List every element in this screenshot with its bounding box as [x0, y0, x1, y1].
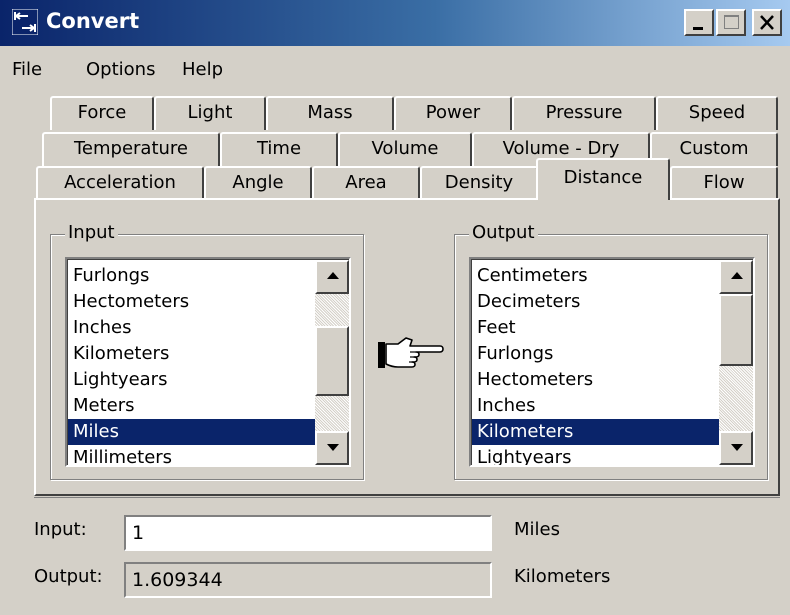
- arrow-up-icon: [327, 272, 339, 279]
- maximize-button[interactable]: [716, 9, 746, 36]
- minimize-button[interactable]: [684, 9, 714, 36]
- close-icon: [760, 15, 774, 30]
- list-item[interactable]: Furlongs: [472, 341, 719, 367]
- tab-label: Force: [77, 102, 127, 123]
- tab-angle[interactable]: Angle: [204, 166, 312, 200]
- maximize-icon: [724, 15, 739, 29]
- scroll-thumb[interactable]: [315, 326, 349, 396]
- tab-flow[interactable]: Flow: [670, 166, 778, 200]
- output-label: Output:: [34, 566, 103, 587]
- output-group: Output Centimeters Decimeters Feet Furlo…: [454, 222, 768, 480]
- output-listbox[interactable]: Centimeters Decimeters Feet Furlongs Hec…: [469, 257, 755, 467]
- convert-app-icon: [12, 9, 38, 35]
- output-value-field[interactable]: 1.609344: [124, 562, 492, 598]
- tab-label: Distance: [563, 167, 643, 188]
- title-bar[interactable]: Convert: [0, 0, 790, 46]
- minimize-icon: [693, 27, 703, 30]
- tab-volume[interactable]: Volume: [338, 132, 472, 166]
- list-item[interactable]: Inches: [68, 315, 315, 341]
- scroll-down-button[interactable]: [719, 431, 753, 465]
- tab-label: Angle: [232, 172, 284, 193]
- input-list-items: Furlongs Hectometers Inches Kilometers L…: [68, 263, 315, 465]
- tab-light[interactable]: Light: [154, 96, 266, 130]
- tab-label: Time: [256, 138, 302, 159]
- panel-shadow-line: [34, 497, 780, 498]
- tab-label: Speed: [688, 102, 746, 123]
- tab-mass[interactable]: Mass: [266, 96, 394, 130]
- output-list-items: Centimeters Decimeters Feet Furlongs Hec…: [472, 263, 719, 465]
- tab-speed[interactable]: Speed: [656, 96, 778, 130]
- tab-time[interactable]: Time: [220, 132, 338, 166]
- scroll-up-button[interactable]: [719, 260, 753, 294]
- output-unit-label: Kilometers: [514, 566, 611, 587]
- tab-distance[interactable]: Distance: [536, 158, 670, 200]
- tab-temperature[interactable]: Temperature: [42, 132, 220, 166]
- list-item[interactable]: Kilometers: [68, 341, 315, 367]
- arrow-down-icon: [731, 444, 743, 451]
- output-group-label: Output: [469, 222, 538, 243]
- tab-label: Light: [187, 102, 233, 123]
- tab-acceleration[interactable]: Acceleration: [36, 166, 204, 200]
- list-item[interactable]: Centimeters: [472, 263, 719, 289]
- tab-force[interactable]: Force: [50, 96, 154, 130]
- tab-label: Area: [345, 172, 387, 193]
- tab-label: Volume: [371, 138, 439, 159]
- tab-label: Temperature: [73, 138, 189, 159]
- scroll-down-button[interactable]: [315, 431, 349, 465]
- input-group-label: Input: [65, 222, 118, 243]
- pointing-hand-icon[interactable]: [376, 334, 446, 374]
- list-item[interactable]: Hectometers: [472, 367, 719, 393]
- list-item[interactable]: Meters: [68, 393, 315, 419]
- tab-label: Custom: [679, 138, 749, 159]
- arrow-up-icon: [731, 272, 743, 279]
- input-listbox-frame: Furlongs Hectometers Inches Kilometers L…: [67, 259, 349, 465]
- list-item[interactable]: Lightyears: [68, 367, 315, 393]
- tab-area[interactable]: Area: [312, 166, 420, 200]
- tab-density[interactable]: Density: [420, 166, 538, 200]
- close-button[interactable]: [752, 9, 782, 36]
- list-item[interactable]: Hectometers: [68, 289, 315, 315]
- input-scrollbar[interactable]: [315, 260, 349, 465]
- arrow-down-icon: [327, 444, 339, 451]
- tab-label: Power: [425, 102, 481, 123]
- list-item[interactable]: Feet: [472, 315, 719, 341]
- tab-label: Acceleration: [64, 172, 176, 193]
- menu-options[interactable]: Options: [86, 59, 155, 80]
- scroll-thumb[interactable]: [719, 294, 753, 366]
- menu-file[interactable]: File: [12, 59, 42, 80]
- input-label: Input:: [34, 519, 87, 540]
- input-unit-label: Miles: [514, 519, 560, 540]
- convert-window: Convert File Options Help Force Light Ma…: [0, 0, 790, 615]
- tab-power[interactable]: Power: [394, 96, 512, 130]
- list-item[interactable]: Decimeters: [472, 289, 719, 315]
- output-listbox-frame: Centimeters Decimeters Feet Furlongs Hec…: [471, 259, 753, 465]
- list-item[interactable]: Furlongs: [68, 263, 315, 289]
- window-title: Convert: [46, 9, 140, 33]
- input-group: Input Furlongs Hectometers Inches Kilome…: [50, 222, 364, 480]
- menu-help[interactable]: Help: [182, 59, 223, 80]
- input-value-field[interactable]: 1: [124, 515, 492, 551]
- list-item-selected[interactable]: Kilometers: [472, 419, 719, 445]
- tab-pressure[interactable]: Pressure: [512, 96, 656, 130]
- tab-label: Density: [444, 172, 514, 193]
- tab-label: Pressure: [545, 102, 623, 123]
- input-listbox[interactable]: Furlongs Hectometers Inches Kilometers L…: [65, 257, 351, 467]
- tab-label: Mass: [307, 102, 353, 123]
- output-value-text: 1.609344: [132, 569, 223, 591]
- input-value-text: 1: [132, 522, 145, 544]
- list-item[interactable]: Inches: [472, 393, 719, 419]
- scroll-up-button[interactable]: [315, 260, 349, 294]
- list-item[interactable]: Millimeters: [68, 445, 315, 465]
- output-scrollbar[interactable]: [719, 260, 753, 465]
- tab-label: Volume - Dry: [502, 138, 620, 159]
- tab-label: Flow: [703, 172, 745, 193]
- list-item[interactable]: Lightyears: [472, 445, 719, 465]
- list-item-selected[interactable]: Miles: [68, 419, 315, 445]
